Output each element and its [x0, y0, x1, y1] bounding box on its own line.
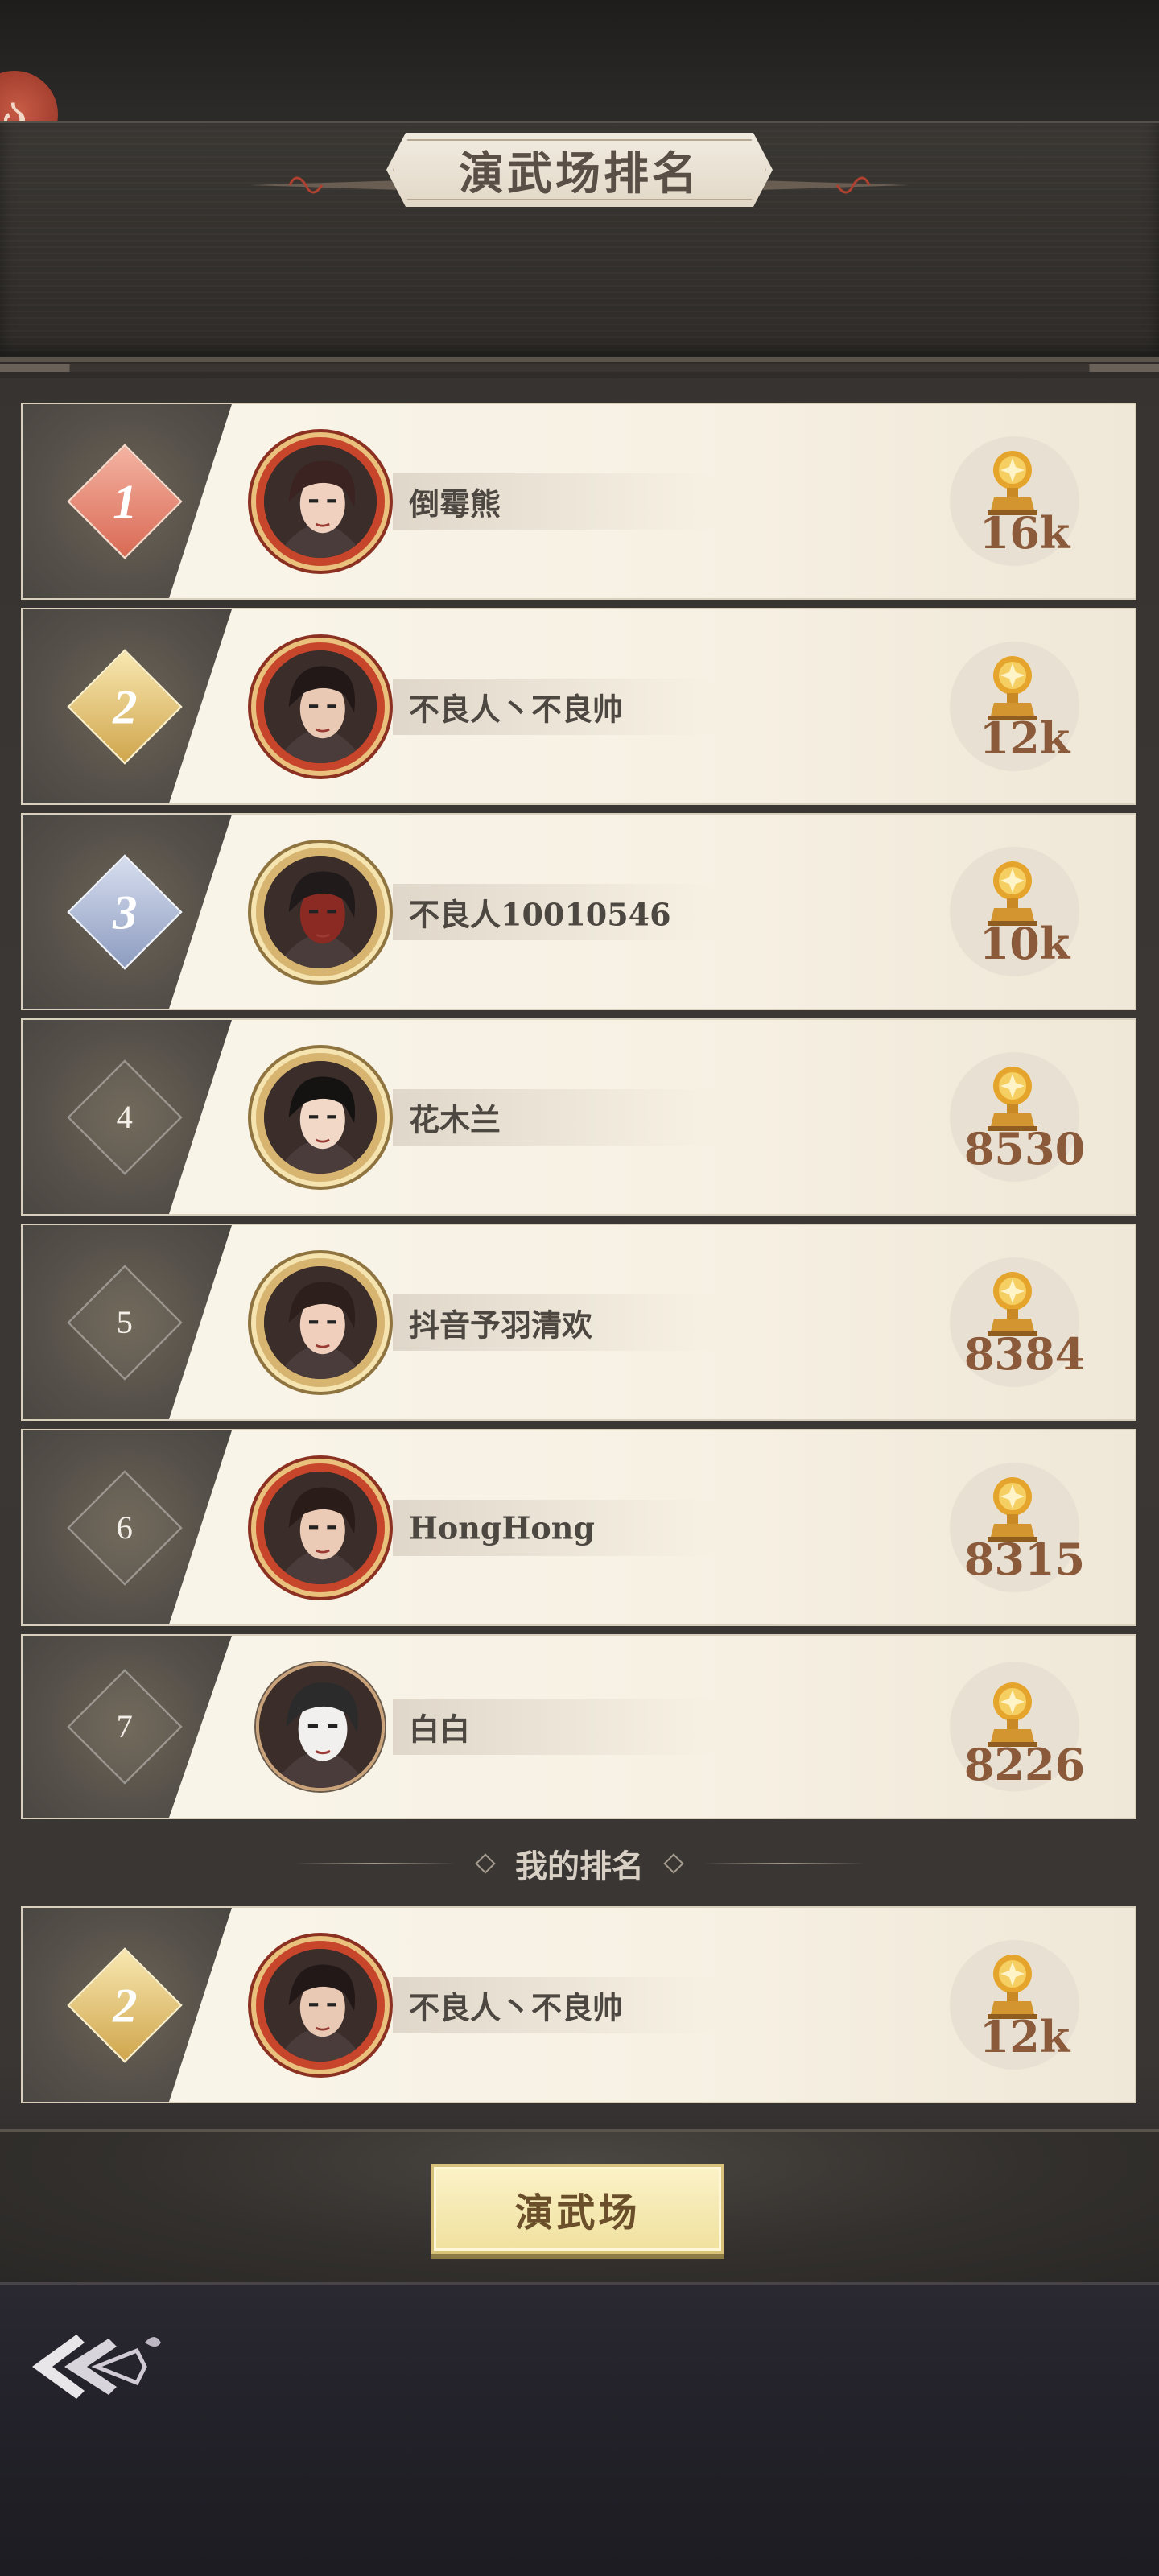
- score-block: 12k: [924, 609, 1125, 803]
- avatar-frame[interactable]: [232, 1234, 409, 1411]
- player-name: HongHong: [409, 1509, 595, 1546]
- back-arrow-icon: [32, 2334, 161, 2399]
- avatar: [256, 436, 385, 566]
- divider-line-left: [295, 1863, 456, 1864]
- avatar: [256, 847, 385, 976]
- avatar: [256, 1662, 385, 1791]
- rank-number: 7: [116, 1708, 134, 1745]
- avatar: [256, 642, 385, 771]
- score-value: 16k: [979, 507, 1070, 559]
- score-block: 16k: [924, 404, 1125, 598]
- score-block: 8384: [924, 1225, 1125, 1419]
- score-value: 8226: [963, 1739, 1086, 1790]
- score-value: 8384: [963, 1328, 1086, 1380]
- player-name: 白白: [409, 1711, 471, 1748]
- score-block: 10k: [924, 815, 1125, 1009]
- ranking-row-4[interactable]: 4 花木兰 8530: [21, 1018, 1136, 1216]
- score-block: 8226: [924, 1636, 1125, 1818]
- footer-bar: [0, 2282, 1159, 2576]
- divider-line-right: [703, 1863, 864, 1864]
- header: ა 演武场排名: [0, 0, 1159, 378]
- avatar-frame[interactable]: [232, 824, 409, 1001]
- ranking-row-7[interactable]: 7 白白 8226: [21, 1634, 1136, 1819]
- my-rank-divider: 我的排名: [0, 1827, 1159, 1900]
- score-value: 12k: [979, 2011, 1070, 2062]
- page-title: 演武场排名: [459, 147, 700, 200]
- score-value: 8530: [963, 1123, 1086, 1174]
- ranking-row-2[interactable]: 2 不良人丶不良帅 12k: [21, 608, 1136, 805]
- back-button[interactable]: [16, 2310, 169, 2423]
- avatar: [256, 1940, 385, 2070]
- my-rank-row-container: 2 不良人丶不良帅 12k: [21, 1906, 1136, 2112]
- ranking-row-6[interactable]: 6 HongHong 8315: [21, 1429, 1136, 1626]
- avatar-frame[interactable]: [232, 413, 409, 590]
- score-block: 8315: [924, 1430, 1125, 1624]
- rank-number: 1: [112, 473, 138, 529]
- rank-number: 3: [112, 884, 138, 939]
- ranking-list: 1 倒霉熊 16k 2 不良人丶不良帅 12k 3 不良人10010546 10k 4 花木兰 853…: [21, 402, 1136, 1827]
- rank-number: 2: [112, 679, 138, 734]
- ranking-row-5[interactable]: 5 抖音予羽清欢 8384: [21, 1224, 1136, 1421]
- rank-number: 4: [116, 1099, 134, 1135]
- player-name: 不良人10010546: [409, 896, 671, 932]
- score-block: 12k: [924, 1908, 1125, 2102]
- avatar: [256, 1463, 385, 1592]
- my-rank-label: 我的排名: [515, 1847, 644, 1885]
- arena-button[interactable]: 演武场: [431, 2164, 724, 2254]
- player-name: 不良人丶不良帅: [409, 691, 624, 727]
- score-block: 8530: [924, 1020, 1125, 1214]
- avatar-frame[interactable]: [232, 1439, 409, 1616]
- rank-number: 5: [116, 1304, 134, 1340]
- avatar-frame[interactable]: [232, 1029, 409, 1206]
- player-name: 不良人丶不良帅: [409, 1989, 624, 2025]
- player-name: 倒霉熊: [409, 485, 501, 522]
- ranking-row-3[interactable]: 3 不良人10010546 10k: [21, 813, 1136, 1010]
- avatar-frame[interactable]: [232, 1638, 409, 1815]
- score-value: 12k: [979, 712, 1070, 764]
- rank-number: 2: [112, 1977, 138, 2033]
- divider-gem-left-icon: [475, 1853, 496, 1874]
- avatar: [256, 1052, 385, 1182]
- score-value: 8315: [963, 1534, 1086, 1585]
- player-name: 花木兰: [409, 1101, 501, 1137]
- score-value: 10k: [979, 918, 1070, 969]
- my-rank-row[interactable]: 2 不良人丶不良帅 12k: [21, 1906, 1136, 2103]
- ranking-row-1[interactable]: 1 倒霉熊 16k: [21, 402, 1136, 600]
- title-plate: 演武场排名: [386, 133, 773, 207]
- avatar-frame[interactable]: [232, 618, 409, 795]
- player-name: 抖音予羽清欢: [409, 1307, 593, 1343]
- divider-gem-right-icon: [663, 1853, 684, 1874]
- rank-number: 6: [116, 1509, 134, 1546]
- avatar: [256, 1257, 385, 1387]
- avatar-frame[interactable]: [232, 1917, 409, 2094]
